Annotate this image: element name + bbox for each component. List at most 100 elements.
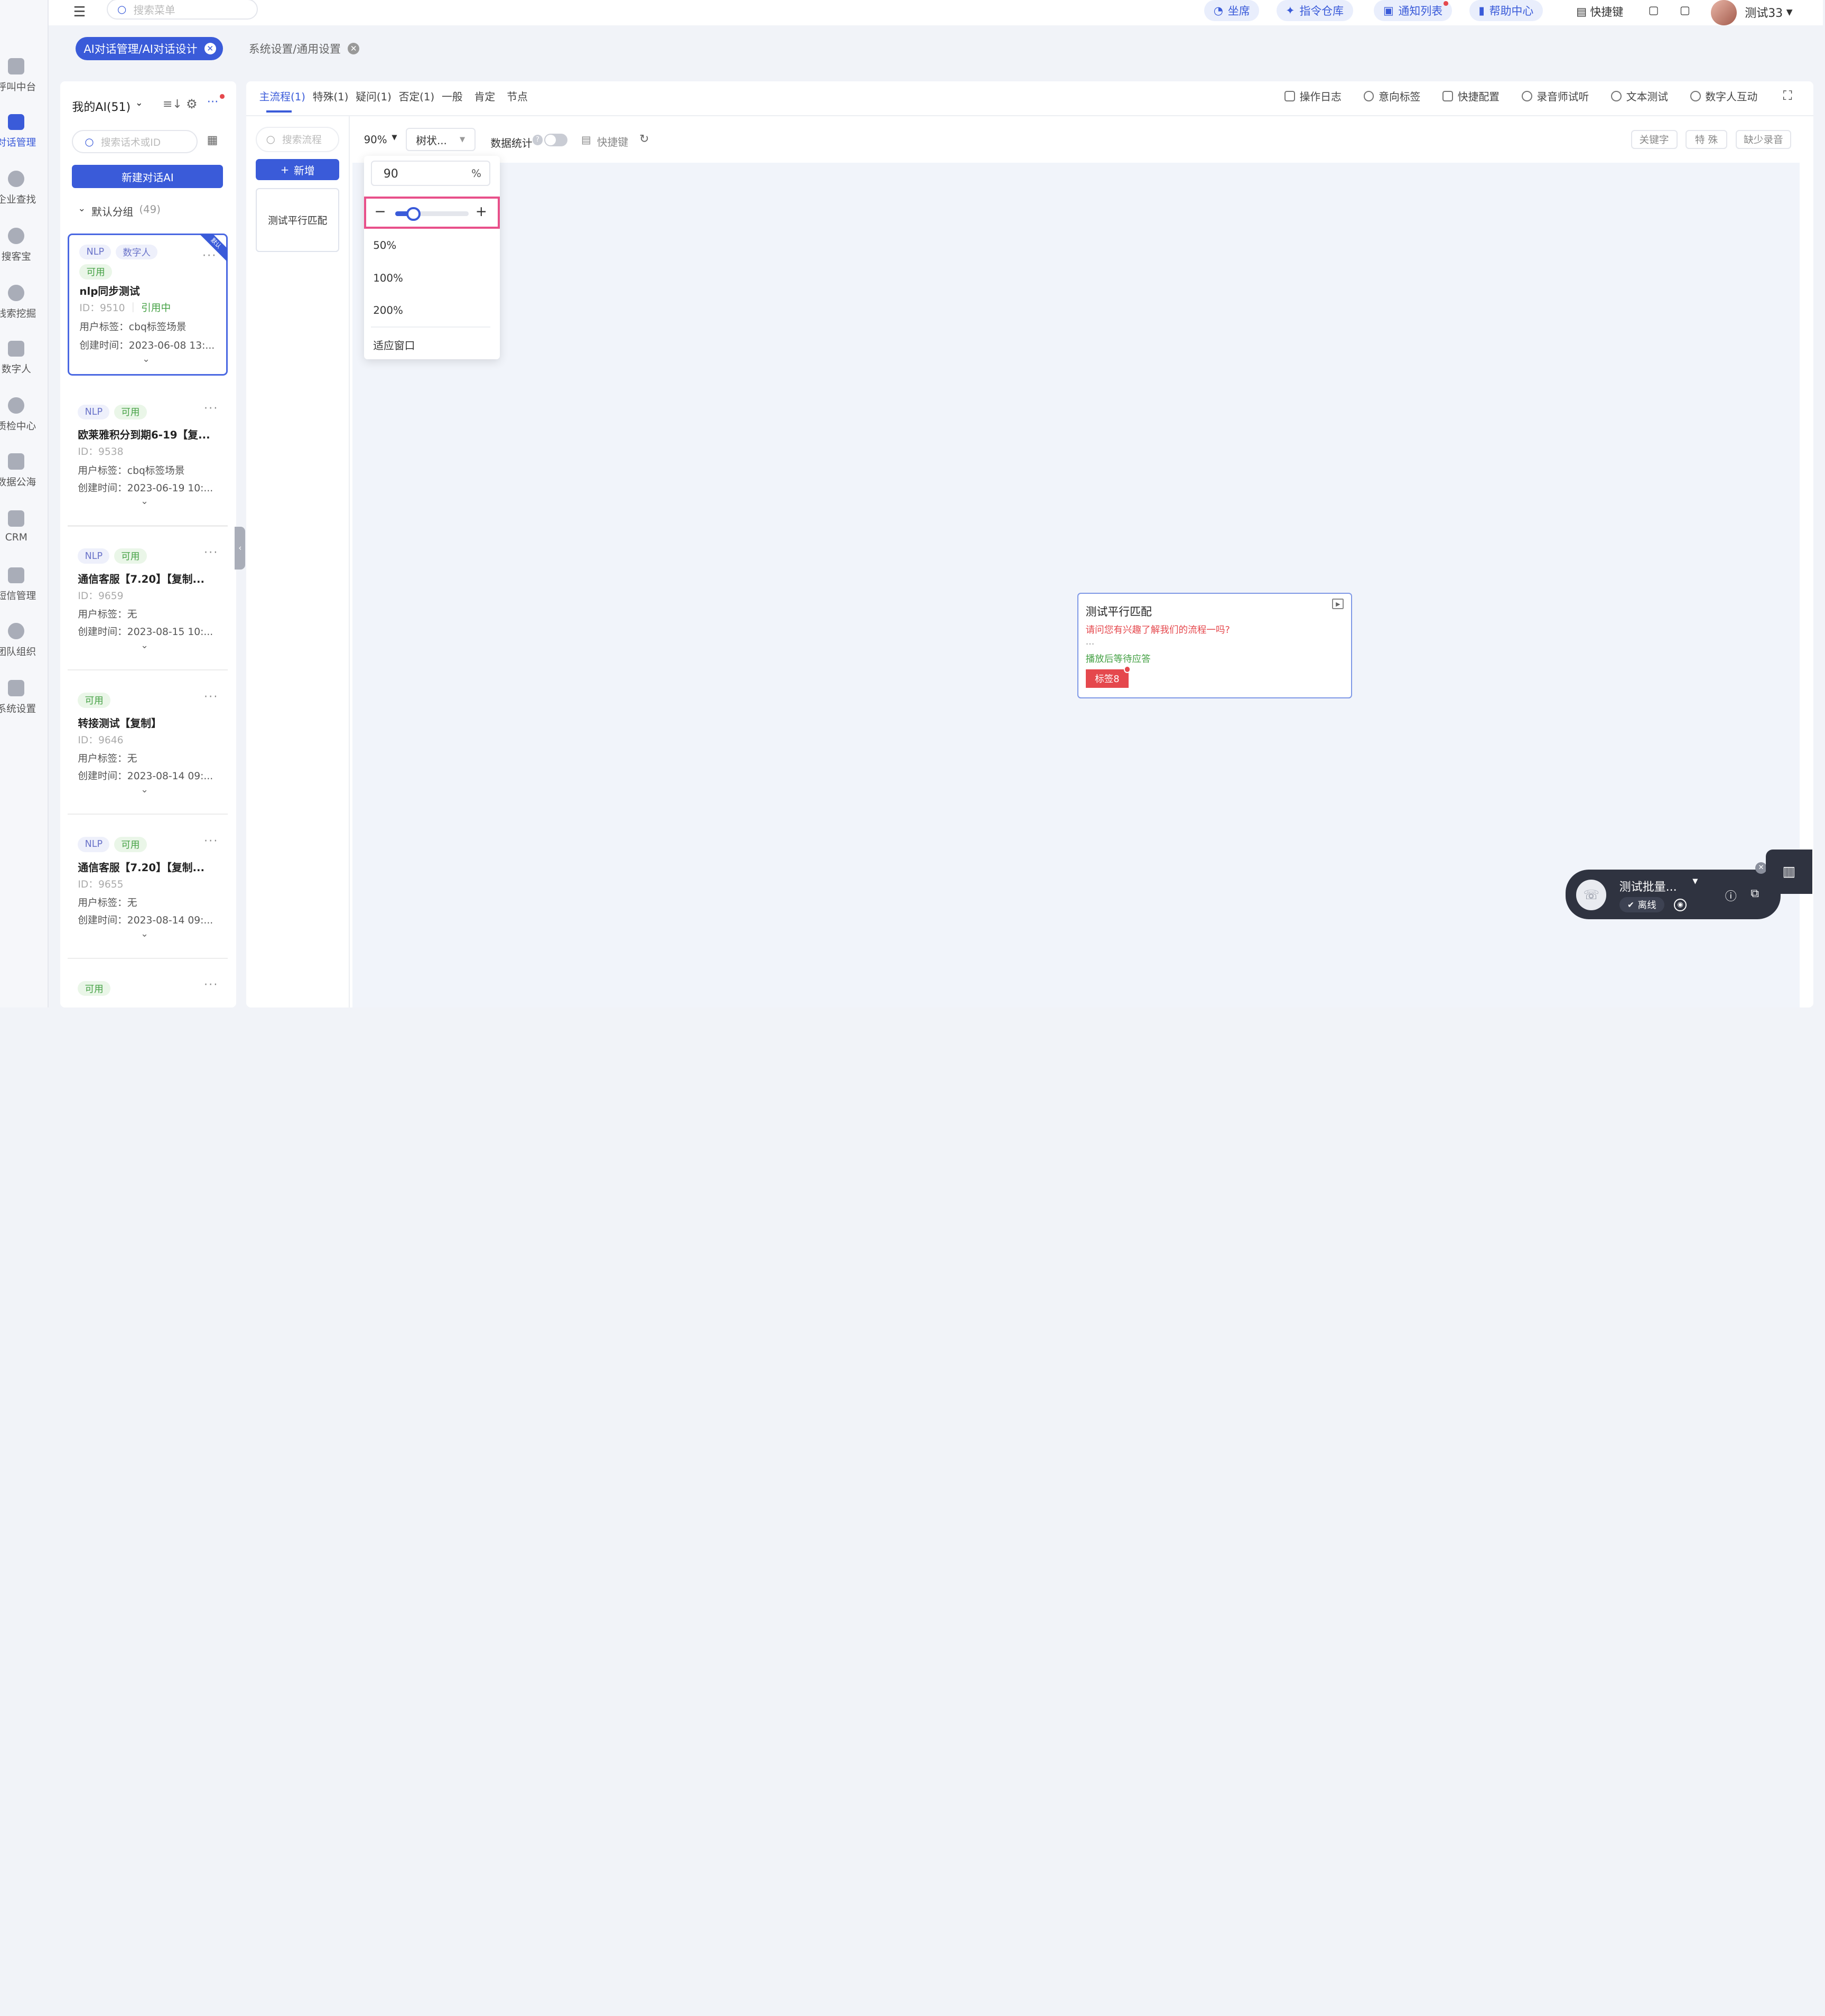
node-tag[interactable]: 标签8 <box>1085 669 1129 688</box>
menu-search[interactable]: ○ 搜索菜单 <box>107 0 258 20</box>
expand-icon[interactable]: ⌄ <box>141 929 148 939</box>
collapse-handle[interactable]: ‹ <box>235 526 246 570</box>
tag-remove-icon[interactable] <box>1124 666 1131 673</box>
rail-item-data-pool[interactable]: 数据公海 <box>0 453 49 489</box>
voice-chat-icon[interactable]: ▥ <box>1765 850 1812 894</box>
info-icon[interactable]: ⓘ <box>1725 887 1737 904</box>
digital-human-interact-button[interactable]: 数字人互动 <box>1690 88 1757 104</box>
more-icon[interactable]: ··· <box>204 978 219 992</box>
more-icon[interactable]: ··· <box>204 546 219 559</box>
rail-item-call-center[interactable]: 呼叫中台 <box>0 58 49 94</box>
rail-item-souke[interactable]: 搜客宝 <box>0 228 49 263</box>
gear-icon[interactable]: ⚙ <box>186 97 198 111</box>
operation-log-button[interactable]: 操作日志 <box>1284 88 1342 104</box>
zoom-option-100[interactable]: 100% <box>373 272 403 284</box>
ai-search-input[interactable]: ○ 搜索话术或ID <box>72 130 198 154</box>
agent-button[interactable]: ◔ 坐席 <box>1204 0 1260 21</box>
flow-node[interactable]: 测试平行匹配 ▶ 请问您有兴趣了解我们的流程一吗? ... 播放后等待应答 标签… <box>1077 593 1352 699</box>
sort-icon[interactable]: ≡↓ <box>163 98 182 111</box>
expand-icon[interactable]: ⌄ <box>141 640 148 651</box>
tab-negative[interactable]: 否定(1) <box>399 88 435 104</box>
avatar[interactable] <box>1711 0 1737 26</box>
ai-card[interactable]: 默认 NLP 数字人 可用 ··· nlp同步测试 ID：9510 ｜ 引用中 … <box>67 234 228 376</box>
quick-config-button[interactable]: 快捷配置 <box>1442 88 1500 104</box>
rail-item-enterprise-search[interactable]: 企业查找 <box>0 171 49 206</box>
tab-nodes[interactable]: 节点 <box>507 88 528 104</box>
refresh-icon[interactable]: ↻ <box>639 133 649 146</box>
intent-tag-button[interactable]: 意向标签 <box>1363 88 1420 104</box>
menu-toggle-icon[interactable]: ☰ <box>73 4 86 20</box>
notification-list-button[interactable]: ▣ 通知列表 <box>1374 0 1452 21</box>
top-bar: ☰ ○ 搜索菜单 ◔ 坐席 ✦ 指令仓库 ▣ 通知列表 ▮ 帮助中心 ▤ 快捷键 ▢ ▢ … <box>49 0 1823 26</box>
tab-ai-dialog-design[interactable]: AI对话管理/AI对话设计 ✕ <box>76 37 223 61</box>
tab-positive[interactable]: 肯定 <box>474 88 496 104</box>
help-icon[interactable]: ? <box>532 135 543 145</box>
tab-main-flow[interactable]: 主流程(1) <box>259 88 305 104</box>
close-icon[interactable]: ✕ <box>348 43 360 55</box>
rail-item-sms[interactable]: 短信管理 <box>0 567 49 603</box>
calendar-icon[interactable]: ▦ <box>207 134 218 147</box>
help-center-button[interactable]: ▮ 帮助中心 <box>1469 0 1543 21</box>
special-chip[interactable]: 特 殊 <box>1685 130 1728 149</box>
zoom-out-icon[interactable]: − <box>374 203 386 220</box>
rail-item-dialog-management[interactable]: 对话管理 <box>0 114 49 150</box>
recording-preview-button[interactable]: 录音师试听 <box>1521 88 1589 104</box>
play-icon[interactable]: ▶ <box>1332 598 1344 609</box>
tab-general-settings[interactable]: 系统设置/通用设置 ✕ <box>240 37 366 60</box>
close-icon[interactable]: ✕ <box>204 43 216 55</box>
rail-item-team[interactable]: 团队组织 <box>0 623 49 658</box>
expand-icon[interactable]: ⌄ <box>142 354 150 365</box>
zoom-slider[interactable] <box>395 207 469 221</box>
flow-item[interactable]: 测试平行匹配 <box>255 188 340 253</box>
zoom-option-50[interactable]: 50% <box>373 239 396 251</box>
rail-item-settings[interactable]: 系统设置 <box>0 680 49 715</box>
tab-question[interactable]: 疑问(1) <box>356 88 392 104</box>
flow-search-input[interactable]: ○ 搜索流程 <box>255 126 340 153</box>
phone-icon[interactable]: ☏ <box>1576 880 1607 910</box>
command-repo-button[interactable]: ✦ 指令仓库 <box>1276 0 1353 21</box>
zoom-in-icon[interactable]: + <box>476 203 487 220</box>
expand-icon[interactable]: ⌄ <box>141 496 148 507</box>
more-icon[interactable]: ··· <box>204 690 219 704</box>
zoom-option-fit-window[interactable]: 适应窗口 <box>373 337 415 352</box>
expand-icon[interactable]: ⌄ <box>141 785 148 795</box>
screen-icon[interactable]: ▢ <box>1649 4 1659 16</box>
more-icon[interactable]: ··· <box>204 402 219 415</box>
ai-card[interactable]: NLP 可用 ··· 通信客服【7.20】【复制... ID：9659 用户标签：… <box>67 539 228 656</box>
more-icon[interactable]: ⋯ <box>207 95 219 108</box>
ai-card[interactable]: 可用 ··· <box>67 972 228 1008</box>
layout-select[interactable]: 树状... ▼ <box>405 128 476 151</box>
rail-item-qc-center[interactable]: 质检中心 <box>0 397 49 433</box>
status-badge[interactable]: ✔ 离线 <box>1619 897 1665 912</box>
username-menu[interactable]: 测试33 ▼ <box>1745 4 1792 21</box>
ai-card[interactable]: NLP 可用 ··· 欧莱雅积分到期6-19【复... ID：9538 用户标签：… <box>67 395 228 511</box>
add-flow-button[interactable]: + 新增 <box>255 159 340 180</box>
zoom-option-200[interactable]: 200% <box>373 304 403 316</box>
tab-special[interactable]: 特殊(1) <box>313 88 349 104</box>
lock-screen-icon[interactable]: ▢ <box>1680 4 1690 16</box>
text-test-button[interactable]: 文本测试 <box>1611 88 1668 104</box>
ai-card[interactable]: 可用 ··· 转接测试【复制】 ID：9646 用户标签：无 创建时间：2023… <box>67 683 228 800</box>
default-group-toggle[interactable]: ⌄ 默认分组 (49) <box>78 203 161 219</box>
expand-window-icon[interactable]: ⧉ <box>1750 887 1759 900</box>
ai-card[interactable]: NLP 可用 ··· 通信客服【7.20】【复制... ID：9655 用户标签：… <box>67 827 228 944</box>
settings-icon[interactable]: ◉ <box>1673 898 1687 911</box>
missing-recording-chip[interactable]: 缺少录音 <box>1735 130 1792 149</box>
fullscreen-icon[interactable]: ⛶ <box>1783 88 1792 103</box>
shortcut-key-button[interactable]: ▤ 快捷键 <box>1576 4 1623 20</box>
rail-item-digital-human[interactable]: 数字人 <box>0 340 49 376</box>
rail-item-lead-mining[interactable]: 线索挖掘 <box>0 285 49 320</box>
new-dialog-ai-button[interactable]: 新建对话AI <box>72 165 224 189</box>
keyword-chip[interactable]: 关键字 <box>1631 130 1678 149</box>
data-stats-toggle[interactable] <box>544 134 567 147</box>
more-icon[interactable]: ··· <box>202 249 217 263</box>
rail-item-crm[interactable]: CRM <box>0 510 49 543</box>
zoom-select[interactable]: 90% ▼ <box>364 134 397 146</box>
my-ai-dropdown[interactable]: 我的AI(51) ⌄ <box>72 98 143 115</box>
zoom-value-input[interactable]: 90 % <box>370 160 491 186</box>
shortcut-key-toggle[interactable]: ▤ 快捷键 <box>581 134 628 149</box>
tab-general[interactable]: 一般 <box>442 88 463 104</box>
zoom-slider-handle[interactable] <box>406 207 421 221</box>
caret-down-icon[interactable]: ▼ <box>1692 878 1698 885</box>
more-icon[interactable]: ··· <box>204 835 219 848</box>
